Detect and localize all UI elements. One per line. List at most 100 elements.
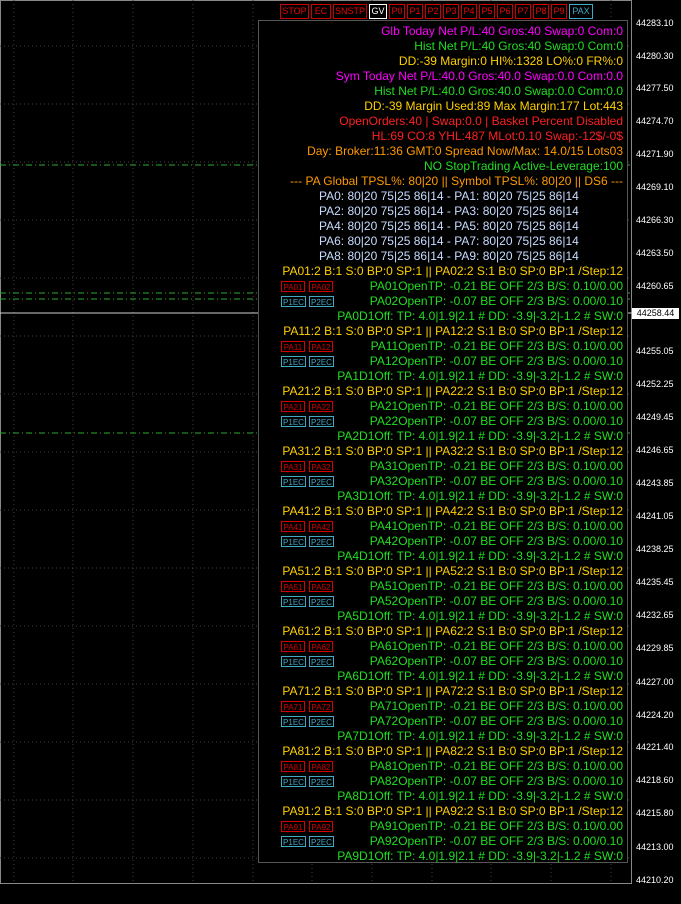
pa-close-button[interactable]: PA61 (281, 641, 305, 652)
pa-close-button[interactable]: PA01 (281, 281, 305, 292)
p2ec-button[interactable]: P2EC (309, 776, 334, 787)
price-axis[interactable]: 44283.10 44280.30 44277.50 44274.70 44271.90… (632, 0, 681, 904)
toolbar-button-p2[interactable]: P2 (425, 4, 441, 19)
p2ec-button[interactable]: P2EC (309, 296, 334, 307)
toolbar-button-p0[interactable]: P0 (389, 4, 405, 19)
p2ec-button[interactable]: P2EC (309, 836, 334, 847)
pa-close-button[interactable]: PA41 (281, 521, 305, 532)
pa-config-line: PA4: 80|20 75|25 86|14 - PA5: 80|20 75|2… (319, 219, 579, 233)
toolbar-button-p8[interactable]: P8 (533, 4, 549, 19)
pa-close-button[interactable]: PA51 (281, 581, 305, 592)
pa-close-button[interactable]: PA92 (309, 821, 333, 832)
toolbar-button-pax[interactable]: PAX (569, 4, 593, 19)
price-tick-label: 44235.45 (636, 577, 674, 587)
pa-off-line: PA4D1Off: TP: 4.0|1.9|2.1 # DD: -3.9|-3.… (337, 549, 623, 563)
toolbar-button-p4[interactable]: P4 (461, 4, 477, 19)
pa-close-button[interactable]: PA52 (309, 581, 333, 592)
p1ec-button[interactable]: P1EC (281, 296, 306, 307)
pa-close-button[interactable]: PA91 (281, 821, 305, 832)
pa-open-tp-line: PA72OpenTP: -0.07 BE OFF 2/3 B/S: 0.00/0… (369, 714, 623, 728)
toolbar-button-p6[interactable]: P6 (497, 4, 513, 19)
p2ec-button[interactable]: P2EC (309, 356, 334, 367)
price-tick-label: 44246.65 (636, 445, 674, 455)
stats-line: OpenOrders:40 | Swap:0.0 | Basket Percen… (339, 114, 623, 128)
toolbar-button-ec[interactable]: EC (311, 4, 331, 19)
price-tick-label: 44274.70 (636, 116, 674, 126)
pa-open-tp-line: PA92OpenTP: -0.07 BE OFF 2/3 B/S: 0.00/0… (369, 834, 623, 848)
pa-off-line: PA9D1Off: TP: 4.0|1.9|2.1 # DD: -3.9|-3.… (337, 849, 623, 863)
p1ec-button[interactable]: P1EC (281, 836, 306, 847)
pa-open-tp-line: PA81OpenTP: -0.21 BE OFF 2/3 B/S: 0.10/0… (369, 759, 623, 773)
pa-status-line: PA31:2 B:1 S:0 BP:0 SP:1 || PA32:2 S:1 B… (282, 444, 623, 458)
p2ec-button[interactable]: P2EC (309, 656, 334, 667)
price-tick-label: 44238.25 (636, 544, 674, 554)
pa-open-tp-line: PA02OpenTP: -0.07 BE OFF 2/3 B/S: 0.00/0… (369, 294, 623, 308)
price-tick-label: 44252.25 (636, 379, 674, 389)
stats-line: Glb Today Net P/L:40 Gros:40 Swap:0 Com:… (381, 24, 623, 38)
pa-status-line: PA61:2 B:1 S:0 BP:0 SP:1 || PA62:2 S:1 B… (282, 624, 623, 638)
p2ec-button[interactable]: P2EC (309, 596, 334, 607)
pa-off-line: PA5D1Off: TP: 4.0|1.9|2.1 # DD: -3.9|-3.… (337, 609, 623, 623)
pa-close-button[interactable]: PA32 (309, 461, 333, 472)
price-tick-label: 44241.05 (636, 511, 674, 521)
stats-line: Day: Broker:11:36 GMT:0 Spread Now/Max: … (307, 144, 623, 158)
pa-close-button[interactable]: PA11 (281, 341, 305, 352)
pa-close-button[interactable]: PA31 (281, 461, 305, 472)
pa-open-tp-line: PA42OpenTP: -0.07 BE OFF 2/3 B/S: 0.00/0… (369, 534, 623, 548)
pa-close-button[interactable]: PA62 (309, 641, 333, 652)
pa-open-tp-line: PA51OpenTP: -0.21 BE OFF 2/3 B/S: 0.10/0… (369, 579, 623, 593)
toolbar-button-p9[interactable]: P9 (551, 4, 567, 19)
pa-config-line: PA0: 80|20 75|25 86|14 - PA1: 80|20 75|2… (319, 189, 579, 203)
pa-close-button[interactable]: PA72 (309, 701, 333, 712)
p1ec-button[interactable]: P1EC (281, 476, 306, 487)
pa-close-button[interactable]: PA12 (309, 341, 333, 352)
price-tick-label: 44260.65 (636, 281, 674, 291)
price-tick-label: 44227.00 (636, 677, 674, 687)
price-tick-label: 44255.05 (636, 346, 674, 356)
pa-close-button[interactable]: PA82 (309, 761, 333, 772)
price-tick-label: 44215.80 (636, 808, 674, 818)
pa-status-line: PA11:2 B:1 S:0 BP:0 SP:1 || PA12:2 S:1 B… (283, 324, 623, 338)
price-tick-label: 44232.65 (636, 610, 674, 620)
p1ec-button[interactable]: P1EC (281, 776, 306, 787)
price-tick-label: 44213.00 (636, 842, 674, 852)
pa-close-button[interactable]: PA21 (281, 401, 305, 412)
stats-line: NO StopTrading Active-Leverage:100 (423, 159, 623, 173)
pa-open-tp-line: PA32OpenTP: -0.07 BE OFF 2/3 B/S: 0.00/0… (369, 474, 623, 488)
pa-status-line: PA41:2 B:1 S:0 BP:0 SP:1 || PA42:2 S:1 B… (282, 504, 623, 518)
pa-close-button[interactable]: PA71 (281, 701, 305, 712)
p1ec-button[interactable]: P1EC (281, 356, 306, 367)
p1ec-button[interactable]: P1EC (281, 716, 306, 727)
p2ec-button[interactable]: P2EC (309, 536, 334, 547)
p1ec-button[interactable]: P1EC (281, 416, 306, 427)
toolbar-button-p1[interactable]: P1 (407, 4, 423, 19)
toolbar-button-p7[interactable]: P7 (515, 4, 531, 19)
pa-off-line: PA1D1Off: TP: 4.0|1.9|2.1 # DD: -3.9|-3.… (337, 369, 623, 383)
pa-close-button[interactable]: PA81 (281, 761, 305, 772)
p2ec-button[interactable]: P2EC (309, 416, 334, 427)
toolbar-button-p5[interactable]: P5 (479, 4, 495, 19)
pa-off-line: PA7D1Off: TP: 4.0|1.9|2.1 # DD: -3.9|-3.… (337, 729, 623, 743)
toolbar-button-snstp[interactable]: SNSTP (333, 4, 367, 19)
toolbar-button-stop[interactable]: STOP (280, 4, 309, 19)
p1ec-button[interactable]: P1EC (281, 656, 306, 667)
pa-status-line: PA51:2 B:1 S:0 BP:0 SP:1 || PA52:2 S:1 B… (282, 564, 623, 578)
pa-close-button[interactable]: PA42 (309, 521, 333, 532)
pa-off-line: PA8D1Off: TP: 4.0|1.9|2.1 # DD: -3.9|-3.… (337, 789, 623, 803)
p1ec-button[interactable]: P1EC (281, 536, 306, 547)
p2ec-button[interactable]: P2EC (309, 476, 334, 487)
price-tick-label: 44283.10 (636, 18, 674, 28)
pa-open-tp-line: PA11OpenTP: -0.21 BE OFF 2/3 B/S: 0.10/0… (370, 339, 623, 353)
pa-close-button[interactable]: PA02 (309, 281, 333, 292)
p2ec-button[interactable]: P2EC (309, 716, 334, 727)
pa-close-button[interactable]: PA22 (309, 401, 333, 412)
price-tick-label: 44269.10 (636, 182, 674, 192)
p1ec-button[interactable]: P1EC (281, 596, 306, 607)
toolbar-button-gv[interactable]: GV (369, 4, 387, 19)
toolbar-button-p3[interactable]: P3 (443, 4, 459, 19)
price-tick-label: 44210.20 (636, 875, 674, 885)
pa-open-tp-line: PA52OpenTP: -0.07 BE OFF 2/3 B/S: 0.00/0… (369, 594, 623, 608)
pa-config-line: PA2: 80|20 75|25 86|14 - PA3: 80|20 75|2… (319, 204, 579, 218)
stats-line: Hist Net P/L:40.0 Gros:40.0 Swap:0.0 Com… (374, 84, 623, 98)
stats-line: DD:-39 Margin Used:89 Max Margin:177 Lot… (364, 99, 623, 113)
